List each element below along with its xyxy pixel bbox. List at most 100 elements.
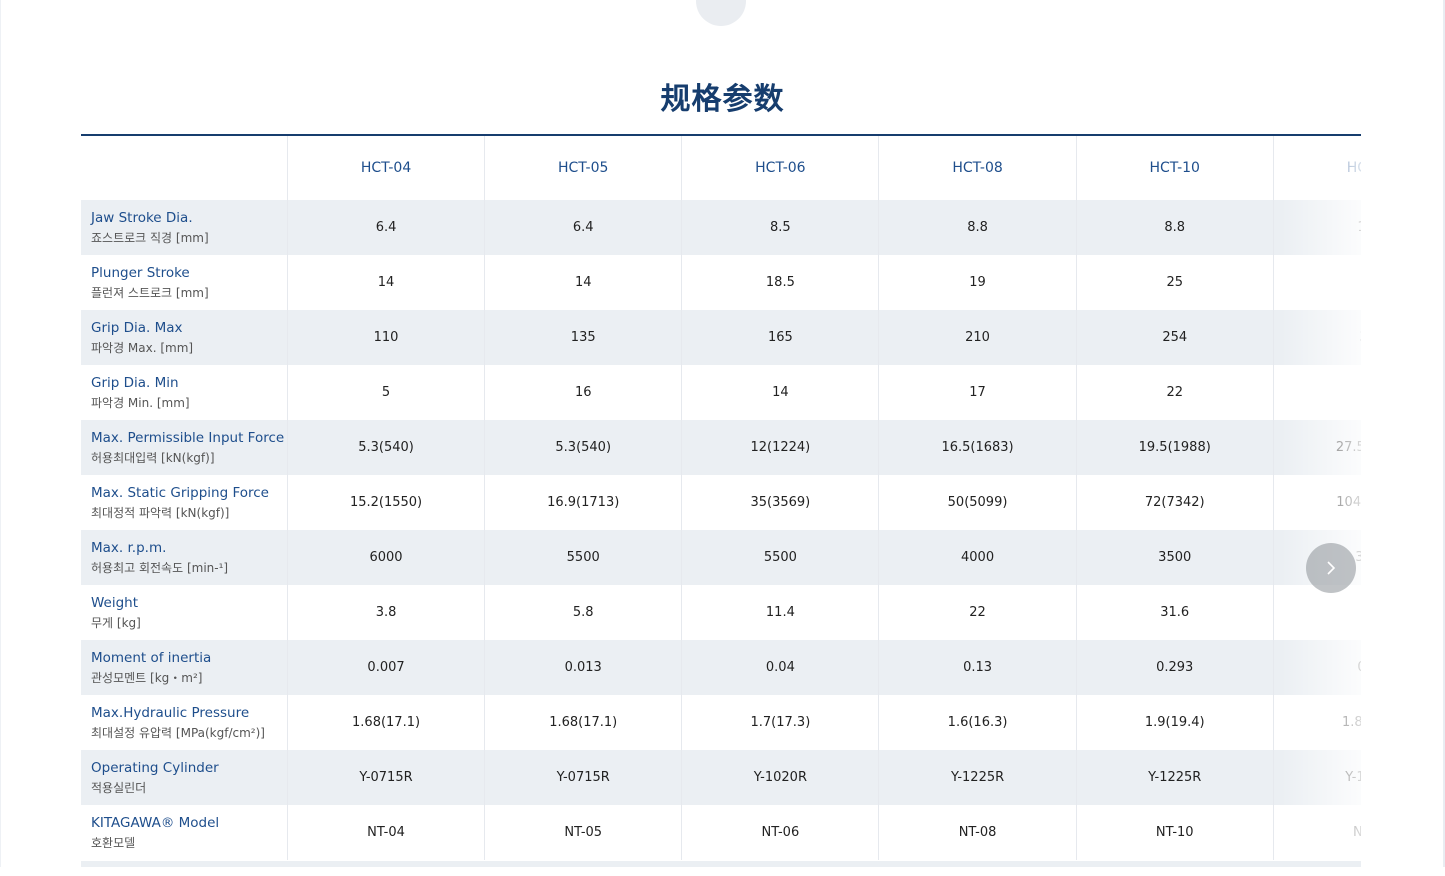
value-cell: 16.9(1713) — [484, 475, 683, 530]
table-row: Plunger Stroke플런져 스트로크 [mm]141418.519253… — [81, 255, 1361, 310]
value-cell: 1.6(16.3) — [878, 695, 1077, 750]
value-cell: 16.5(1683) — [878, 420, 1077, 475]
value-cell: 210 — [878, 310, 1077, 365]
value-cell: 8.8 — [1076, 200, 1274, 255]
value-cell: 1.7(17.3) — [681, 695, 880, 750]
column-header: HCT-05 — [484, 136, 683, 200]
table-row: Operating Cylinder 적용실린더 Y-0715R Y-0715R Y-1… — [81, 750, 1361, 805]
table-row: Max. r.p.m. 허용최고 회전속도 [min-¹] 6000 5500 5500… — [81, 530, 1361, 585]
value-cell: 1.68(17.1) — [287, 695, 486, 750]
value-cell: 12(1224) — [681, 420, 880, 475]
row-label-ko: 파악경 Min. [mm] — [91, 395, 190, 410]
row-label-ko: 최대정적 파악력 [kN(kgf)] — [91, 505, 230, 520]
value-cell: 0.293 — [1076, 640, 1274, 695]
value-cell: 135 — [484, 310, 683, 365]
value-cell: 14 — [287, 255, 486, 310]
row-label-ko: 적용실린더 — [91, 780, 147, 795]
value-cell: NT-05 — [484, 805, 683, 860]
row-label-cell: Operating Cylinder 적용실린더 — [81, 750, 288, 805]
value-cell: 5.8 — [484, 585, 683, 640]
value-cell: 25 — [1076, 255, 1274, 310]
value-cell: 0.68 — [1273, 640, 1361, 695]
column-header: HCT-10 — [1076, 136, 1274, 200]
value-cell: 14 — [681, 365, 880, 420]
row-label-en: Operating Cylinder — [91, 759, 219, 776]
value-cell: 19 — [878, 255, 1077, 310]
value-cell: 310 — [1273, 310, 1361, 365]
value-cell: 0.007 — [287, 640, 486, 695]
table-row: Weight 무게 [kg] 3.85.811.42231.655 — [81, 585, 1361, 640]
table-header-row: HCT-04 HCT-05 HCT-06 HCT-08 HCT-10 HCT-1… — [81, 136, 1361, 200]
value-cell: 18.5 — [681, 255, 880, 310]
value-cell: NT-04 — [287, 805, 486, 860]
row-label-en: KITAGAWA® Model — [91, 814, 220, 831]
table-next-row-edge — [81, 861, 1361, 867]
header-corner-cell — [81, 136, 288, 200]
row-label-en: Max. Permissible Input Force — [91, 429, 285, 446]
row-label-cell: Weight 무게 [kg] — [81, 585, 288, 640]
row-label-cell: Max. Permissible Input Force 허용최대입력 [kN(k… — [81, 420, 288, 475]
value-cell: Y-1530R — [1273, 750, 1361, 805]
value-cell: 3.8 — [287, 585, 486, 640]
table-row: Grip Dia. Max 파악경 Max. [mm] 110 135 165 210 25… — [81, 310, 1361, 365]
row-label-en: Jaw Stroke Dia. — [91, 209, 193, 226]
row-label-ko: 파악경 Max. [mm] — [91, 340, 194, 355]
row-label-cell: Max. r.p.m. 허용최고 회전속도 [min-¹] — [81, 530, 288, 585]
value-cell: 16 — [484, 365, 683, 420]
value-cell: 5 — [287, 365, 486, 420]
column-header: HCT-04 — [287, 136, 486, 200]
value-cell: 104(10605 — [1273, 475, 1361, 530]
row-label-ko: 허용최고 회전속도 [min-¹] — [91, 560, 229, 575]
row-label-en: Grip Dia. Min — [91, 374, 179, 391]
row-label-cell: Max. Static Gripping Force 최대정적 파악력 [kN(k… — [81, 475, 288, 530]
value-cell: 50(5099) — [878, 475, 1077, 530]
row-label-en: Plunger Stroke — [91, 264, 190, 281]
value-cell: 0.13 — [878, 640, 1077, 695]
value-cell: 10.5 — [1273, 200, 1361, 255]
row-label-cell: Plunger Stroke 플런져 스트로크 [mm] — [81, 255, 288, 310]
column-header: HCT-12 — [1273, 136, 1361, 200]
value-cell: 30 — [1273, 255, 1361, 310]
page-title: 规格参数 — [660, 82, 785, 117]
value-cell: 165 — [681, 310, 880, 365]
next-slide-button[interactable] — [1306, 543, 1356, 593]
row-label-cell: Jaw Stroke Dia. 죠스트로크 직경 [mm] — [81, 200, 288, 255]
value-cell: NT-10 — [1076, 805, 1274, 860]
row-label-cell: Grip Dia. Max 파악경 Max. [mm] — [81, 310, 288, 365]
page-left-edge — [0, 0, 1, 867]
value-cell: 14 — [484, 255, 683, 310]
row-label-ko: 최대설정 유압력 [MPa(kgf/cm²)] — [91, 725, 265, 740]
value-cell: 72(7342) — [1076, 475, 1274, 530]
value-cell: 254 — [1076, 310, 1274, 365]
value-cell: NT-08 — [878, 805, 1077, 860]
value-cell: 35(3569) — [681, 475, 880, 530]
value-cell: Y-1225R — [878, 750, 1077, 805]
row-label-cell: Moment of inertia 관성모멘트 [kg・m²] — [81, 640, 288, 695]
table-row: Grip Dia. Min파악경 Min. [mm]51614172222 — [81, 365, 1361, 420]
value-cell: NT-06 — [681, 805, 880, 860]
row-label-cell: Grip Dia. Min 파악경 Min. [mm] — [81, 365, 288, 420]
value-cell: Y-1225R — [1076, 750, 1274, 805]
row-label-cell: Max.Hydraulic Pressure 최대설정 유압력 [MPa(kgf/… — [81, 695, 288, 750]
value-cell: 0.013 — [484, 640, 683, 695]
value-cell: 3500 — [1076, 530, 1274, 585]
value-cell: 8.8 — [878, 200, 1077, 255]
column-header: HCT-08 — [878, 136, 1077, 200]
value-cell: 1.68(17.1) — [484, 695, 683, 750]
row-label-ko: 죠스트로크 직경 [mm] — [91, 230, 209, 245]
value-cell: 22 — [878, 585, 1077, 640]
row-label-en: Weight — [91, 594, 139, 611]
value-cell: 22 — [1273, 365, 1361, 420]
top-decoration-circle — [696, 0, 746, 26]
table-row: Max. Permissible Input Force 허용최대입력 [kN(k… — [81, 420, 1361, 475]
value-cell: 15.2(1550) — [287, 475, 486, 530]
row-label-ko: 플런져 스트로크 [mm] — [91, 285, 209, 300]
value-cell: 27.5(2804) — [1273, 420, 1361, 475]
value-cell: 5500 — [681, 530, 880, 585]
value-cell: 5.3(540) — [484, 420, 683, 475]
spec-table-container[interactable]: HCT-04 HCT-05 HCT-06 HCT-08 HCT-10 HCT-1… — [81, 134, 1361, 876]
table-row: Jaw Stroke Dia. 죠스트로크 직경 [mm] 6.4 6.4 8.5 8.8… — [81, 200, 1361, 255]
value-cell: 4000 — [878, 530, 1077, 585]
value-cell: 19.5(1988) — [1076, 420, 1274, 475]
row-label-en: Max. r.p.m. — [91, 539, 167, 556]
